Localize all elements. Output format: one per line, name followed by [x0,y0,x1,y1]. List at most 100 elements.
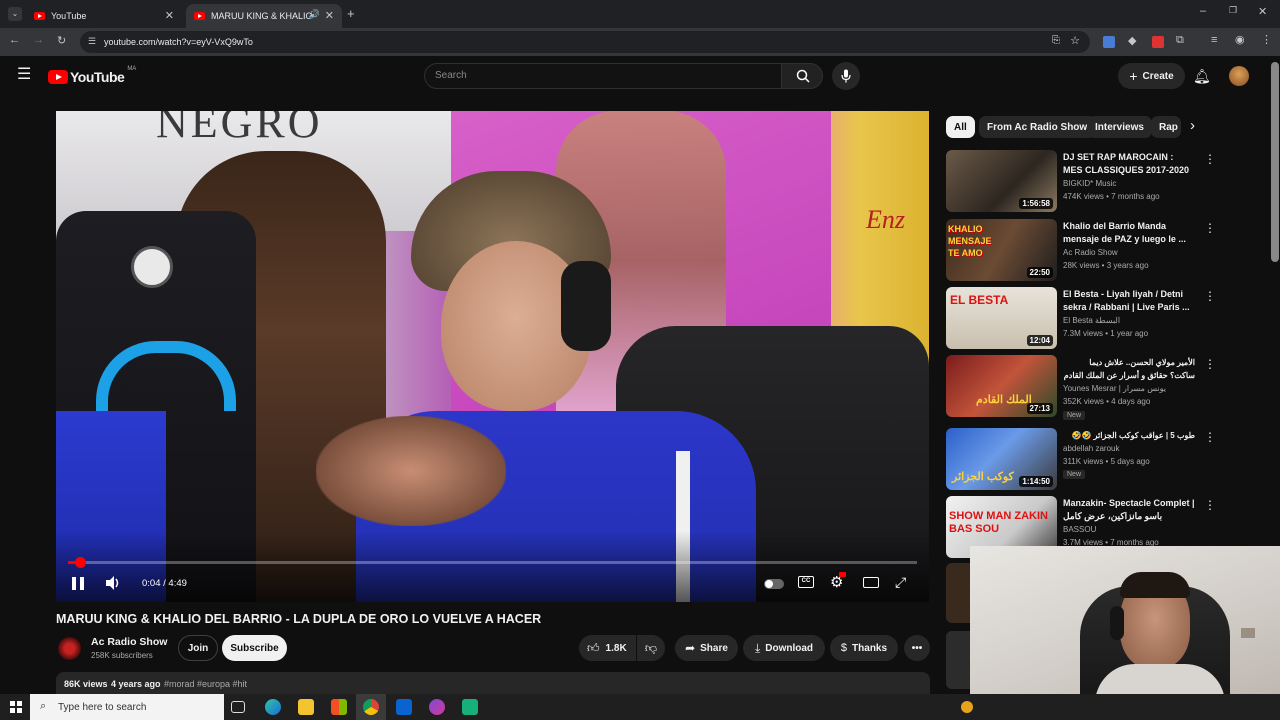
pause-icon [72,577,76,590]
channel-name[interactable]: Ac Radio Show [91,636,167,648]
thumbnail[interactable]: الملك القادم 27:13 [946,355,1057,417]
speaker-icon[interactable]: 🔊 [309,9,320,20]
like-button[interactable]: 👍︎ 1.8K [579,635,636,661]
hamburger-menu-icon[interactable]: ☰ [17,67,31,83]
app-icon[interactable] [462,699,478,715]
bookmark-star-icon[interactable]: ☆ [1070,34,1080,47]
url-field[interactable]: ☰ youtube.com/watch?v=eyV-VxQ9wTo ⎘ ☆ [80,31,1090,53]
download-button[interactable]: ⤓ Download [743,635,825,661]
autoplay-toggle[interactable] [764,579,784,589]
volume-button[interactable] [104,574,122,595]
thumbnail[interactable]: KHALIO MENSAJE TE AMO 22:50 [946,219,1057,281]
overlay-text-right: Enz [866,205,905,234]
chevron-right-icon[interactable]: › [1190,117,1195,134]
chip-all[interactable]: All [946,116,975,138]
microsoft-store-icon[interactable] [331,699,347,715]
extensions-puzzle-icon[interactable]: ⧉ [1176,34,1184,47]
more-vertical-icon[interactable]: ⋮ [1204,289,1216,303]
notification-dot-icon[interactable] [961,701,973,713]
mixer-hands [316,416,506,526]
more-actions-button[interactable]: ••• [904,635,930,661]
profile-icon[interactable]: ◉ [1235,33,1245,46]
windows-start-icon[interactable] [10,701,22,713]
pause-button[interactable] [72,577,84,590]
search-input[interactable]: Search [424,63,782,89]
more-vertical-icon[interactable]: ⋮ [1204,221,1216,235]
obs-icon[interactable] [429,699,445,715]
microphone-icon [841,69,851,83]
edge-browser-icon[interactable] [265,699,281,715]
media-controls-icon[interactable]: ≡ [1211,34,1217,46]
install-icon[interactable]: ⎘ [1052,35,1060,46]
thumbnail[interactable]: 1:56:58 [946,150,1057,212]
avatar[interactable] [1229,66,1249,86]
video-player[interactable]: NEGRO Enz 0:04 / 4:49 CC ⚙ ⤢ [56,111,929,602]
close-tab-icon[interactable]: ✕ [165,9,174,22]
translate-extension-icon[interactable] [1103,36,1115,48]
settings-button[interactable]: ⚙ [830,572,846,591]
subscribe-button[interactable]: Subscribe [222,635,287,661]
tab-search-icon[interactable]: ⌄ [8,7,22,21]
minimize-icon[interactable]: – [1200,5,1206,17]
maximize-icon[interactable]: ❐ [1229,5,1237,16]
site-info-icon[interactable]: ☰ [88,36,96,47]
recommendation-item[interactable]: الملك القادم 27:13 الأمير مولاي الحسن.. … [946,355,1216,420]
controls-gradient [56,531,929,602]
dislike-button[interactable]: 👎︎ [637,635,665,661]
progress-bar[interactable] [68,557,917,568]
share-arrow-icon: ➦ [685,641,696,655]
share-button[interactable]: ➦ Share [675,635,738,661]
task-view-icon[interactable] [231,701,245,713]
progress-scrubber[interactable] [74,557,86,568]
video-title: MARUU KING & KHALIO DEL BARRIO - LA DUPL… [56,612,542,626]
notifications-bell-icon[interactable]: 🔔︎ [1193,68,1211,85]
close-window-icon[interactable]: ✕ [1258,5,1267,18]
thanks-button[interactable]: $ Thanks [830,635,898,661]
extension-red-icon[interactable] [1152,36,1164,48]
subtitles-button[interactable]: CC [798,576,814,588]
chair-logo [131,246,173,288]
chrome-menu-icon[interactable]: ⋮ [1261,33,1272,46]
outlook-icon[interactable] [396,699,412,715]
tab-youtube[interactable]: YouTube ✕ [26,4,182,28]
thumbnail[interactable]: كوكب الجزائر 1:14:50 [946,428,1057,490]
overlay-text-left: NEGRO [156,111,323,147]
more-vertical-icon[interactable]: ⋮ [1204,152,1216,166]
thumbnail[interactable]: EL BESTA 12:04 [946,287,1057,349]
hashtags[interactable]: #morad #europa #hit [164,679,247,689]
chip-label: Interviews [1095,121,1144,133]
recommendation-item[interactable]: 1:56:58 DJ SET RAP MAROCAIN : MES CLASSI… [946,150,1216,214]
extension-icon[interactable]: ◆ [1128,34,1136,47]
chip-from-channel[interactable]: From Ac Radio Show [979,116,1096,138]
forward-icon[interactable]: → [33,34,44,46]
page-scrollbar[interactable] [1271,62,1279,262]
file-explorer-icon[interactable] [298,699,314,715]
more-vertical-icon[interactable]: ⋮ [1204,498,1216,512]
search-icon: ⌕ [40,700,47,712]
more-vertical-icon[interactable]: ⋮ [1204,430,1216,444]
taskbar-search-input[interactable]: ⌕ Type here to search [30,694,224,720]
create-label: Create [1142,70,1174,82]
channel-avatar[interactable] [58,637,81,660]
chip-rap[interactable]: Rap [1151,116,1181,138]
tab-video[interactable]: MARUU KING & KHALIO DEL 🔊 ✕ [186,4,342,28]
recommendation-item[interactable]: KHALIO MENSAJE TE AMO 22:50 Khalio del B… [946,219,1216,283]
chip-interviews[interactable]: Interviews [1087,116,1152,138]
create-button[interactable]: + Create [1118,63,1185,89]
more-vertical-icon[interactable]: ⋮ [1204,357,1216,371]
join-button[interactable]: Join [178,635,218,661]
close-tab-icon[interactable]: ✕ [325,9,334,22]
recommendation-item[interactable]: EL BESTA 12:04 El Besta - Liyah liyah / … [946,287,1216,351]
search-button[interactable] [781,63,823,89]
theater-mode-button[interactable] [863,577,879,588]
chrome-icon[interactable] [363,699,379,715]
back-icon[interactable]: ← [9,34,20,46]
new-tab-icon[interactable]: + [347,6,355,21]
country-code: MA [127,66,137,72]
youtube-logo[interactable]: YouTube MA [48,66,137,85]
reload-icon[interactable]: ↻ [57,34,66,47]
voice-search-button[interactable] [832,62,860,90]
like-count: 1.8K [605,642,627,654]
recommendation-item[interactable]: كوكب الجزائر 1:14:50 طوب 5 | عواقب كوكب … [946,428,1216,492]
fullscreen-button[interactable]: ⤢ [895,574,906,591]
